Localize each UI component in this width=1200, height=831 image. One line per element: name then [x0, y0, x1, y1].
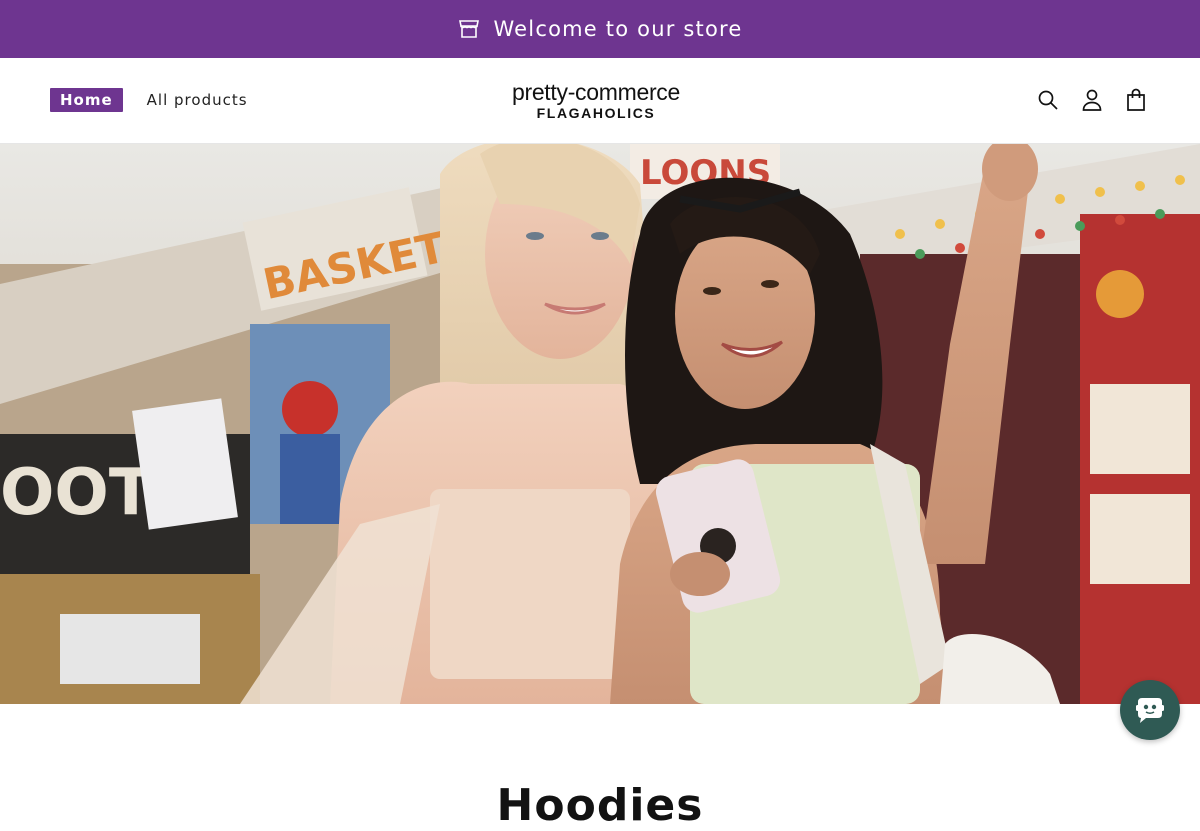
- chat-button[interactable]: [1120, 680, 1180, 740]
- site-header: Home All products pretty-commerce FLAGAH…: [0, 58, 1200, 144]
- svg-text:OOT: OOT: [0, 456, 153, 530]
- nav-home-link[interactable]: Home: [50, 88, 123, 112]
- nav-all-products-link[interactable]: All products: [147, 91, 248, 109]
- featured-collection-section: Hoodies: [0, 704, 1200, 831]
- hero-banner-image: BASKETBALL OOT LOONS: [0, 144, 1200, 704]
- header-icons: [1036, 87, 1148, 113]
- search-icon[interactable]: [1036, 87, 1060, 113]
- announcement-bar: Welcome to our store: [0, 0, 1200, 58]
- main-nav: Home All products: [50, 88, 248, 112]
- chat-bot-icon: [1132, 692, 1168, 728]
- section-heading: Hoodies: [496, 780, 704, 831]
- store-icon: [457, 17, 481, 41]
- account-icon[interactable]: [1080, 87, 1104, 113]
- cart-icon[interactable]: [1124, 87, 1148, 113]
- store-logo[interactable]: pretty-commerce FLAGAHOLICS: [508, 79, 684, 121]
- announcement-text: Welcome to our store: [493, 17, 743, 41]
- logo-line-1: pretty-commerce: [511, 79, 681, 105]
- logo-line-2: FLAGAHOLICS: [536, 105, 656, 121]
